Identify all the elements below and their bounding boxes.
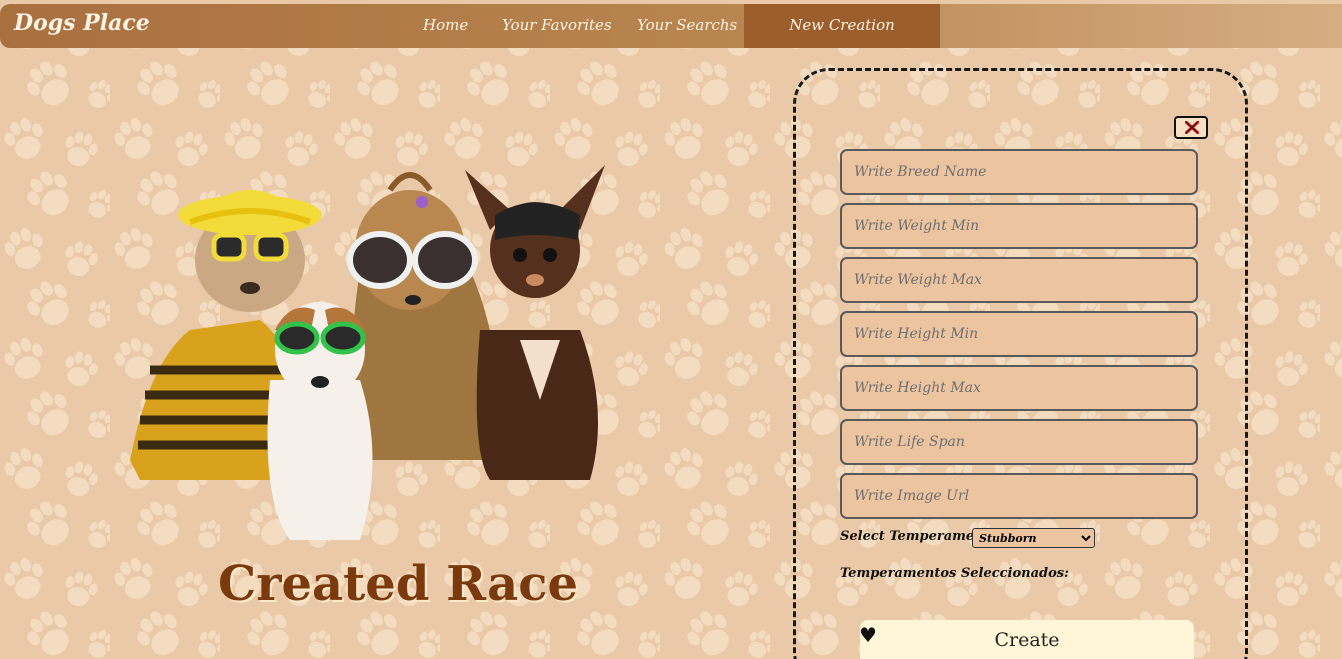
weight-min-input[interactable] [840, 203, 1198, 249]
top-navbar: Dogs Place Home Your Favorites Your Sear… [0, 4, 1342, 48]
selected-temperaments-label: Temperamentos Seleccionados: [840, 566, 1069, 581]
nav-favorites-link[interactable]: Your Favorites [502, 16, 612, 34]
nav-home-link[interactable]: Home [423, 16, 468, 34]
heart-icon: ♥ [859, 623, 877, 647]
height-max-input[interactable] [840, 365, 1198, 411]
life-span-input[interactable] [840, 419, 1198, 465]
dog-jack-russell [267, 302, 373, 540]
nav-new-creation-link[interactable]: New Creation [744, 4, 940, 48]
weight-max-input[interactable] [840, 257, 1198, 303]
breed-name-input[interactable] [840, 149, 1198, 195]
nav-searchs-link[interactable]: Your Searchs [637, 16, 737, 34]
close-x-icon [1185, 121, 1199, 134]
nav-new-creation-label: New Creation [789, 16, 895, 34]
dog-yorkie [347, 172, 497, 460]
dogs-with-sunglasses-image [130, 165, 605, 540]
height-min-input[interactable] [840, 311, 1198, 357]
close-form-button[interactable] [1174, 116, 1208, 139]
temperaments-select[interactable]: Stubborn [972, 528, 1095, 548]
page-title: Created Race [218, 556, 578, 612]
image-url-input[interactable] [840, 473, 1198, 519]
brand-logo[interactable]: Dogs Place [14, 10, 150, 36]
create-button[interactable]: Create [860, 620, 1194, 659]
